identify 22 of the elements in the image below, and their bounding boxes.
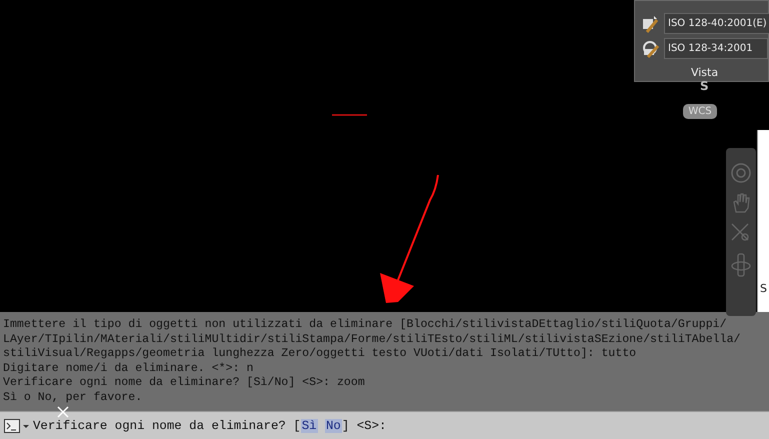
history-line: Digitare nome/i da eliminare. <*>: n bbox=[3, 362, 254, 376]
option-link[interactable]: Sì bbox=[300, 419, 318, 433]
orbit-icon[interactable] bbox=[730, 252, 752, 278]
command-prompt: Verificare ogni nome da eliminare? [Sì No] <S>: bbox=[33, 419, 386, 433]
history-line: Sì o No, per favore. bbox=[3, 390, 142, 406]
option-link[interactable]: No bbox=[325, 419, 342, 433]
history-line: LAyer/TIpilin/MAteriali/stiliMUltidir/stiliStampa/Forme/stiliTEsto/stiliML/stilivistaSEzione/stiliTAbella/ bbox=[3, 332, 740, 348]
leader-style-icon bbox=[641, 38, 661, 58]
command-prompt-icon[interactable] bbox=[4, 419, 30, 433]
steering-wheel-icon[interactable] bbox=[730, 162, 752, 184]
close-icon[interactable] bbox=[57, 406, 69, 418]
dimension-style-icon bbox=[641, 14, 661, 34]
style-dropdown[interactable]: ISO 128-34:2001 bbox=[664, 38, 768, 59]
side-panel-text: S bbox=[760, 282, 767, 295]
compass-label: S bbox=[700, 79, 709, 93]
history-line: stiliVisual/Regapps/geometria lunghezza Zero/oggetti testo VUoti/dati Isolati/TUtto]: tutto bbox=[3, 347, 636, 362]
style-dropdown[interactable]: ISO 128-40:2001(E) bbox=[664, 13, 769, 34]
history-line: Verificare ogni nome da eliminare? [Sì/No] <S>: zoom bbox=[3, 376, 365, 391]
pan-icon[interactable] bbox=[731, 192, 751, 214]
drawn-line bbox=[332, 114, 367, 116]
history-line: Immettere il tipo di oggetti non utilizzati da eliminare [Blocchi/stilivistaDEttaglio/stiliQuota/Gruppi/ bbox=[3, 318, 727, 333]
panel-title: Vista bbox=[690, 66, 720, 79]
